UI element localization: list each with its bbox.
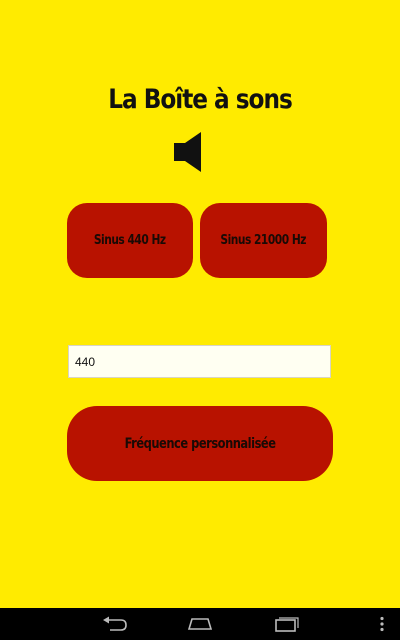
custom-frequency-label: Fréquence personnalisée — [124, 435, 276, 452]
speaker-icon — [174, 132, 201, 172]
app-screen: La Boîte à sons Sinus 440 Hz Sinus 21000… — [0, 0, 400, 608]
custom-frequency-button[interactable]: Fréquence personnalisée — [67, 406, 333, 481]
system-navigation-bar — [0, 608, 400, 640]
sine-21000-label: Sinus 21000 Hz — [220, 233, 307, 248]
overflow-menu-icon[interactable] — [376, 616, 388, 632]
back-icon[interactable] — [101, 616, 129, 632]
recent-apps-icon[interactable] — [272, 616, 300, 632]
sine-21000-button[interactable]: Sinus 21000 Hz — [200, 203, 327, 278]
home-icon[interactable] — [186, 616, 214, 632]
app-title: La Boîte à sons — [108, 84, 293, 115]
sine-440-label: Sinus 440 Hz — [94, 233, 166, 248]
frequency-input[interactable] — [68, 345, 331, 378]
sine-440-button[interactable]: Sinus 440 Hz — [67, 203, 193, 278]
